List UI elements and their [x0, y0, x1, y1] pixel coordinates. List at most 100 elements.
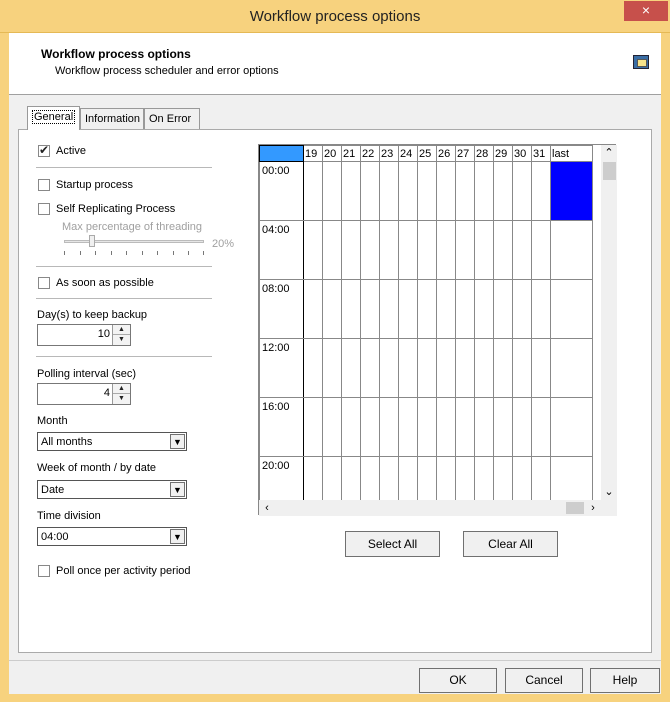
schedule-cell[interactable]: [474, 279, 494, 339]
threading-slider-track[interactable]: [64, 240, 204, 243]
self-replicating-checkbox[interactable]: [38, 203, 50, 215]
active-checkbox[interactable]: [38, 143, 50, 157]
backup-days-spinner[interactable]: 10 ▲ ▼: [37, 324, 131, 346]
schedule-cell[interactable]: [341, 279, 361, 339]
schedule-cell[interactable]: [550, 338, 593, 398]
tab-general[interactable]: General: [27, 106, 80, 130]
schedule-cell[interactable]: [417, 279, 437, 339]
schedule-cell[interactable]: [512, 161, 532, 221]
schedule-cell[interactable]: [379, 338, 399, 398]
schedule-cell[interactable]: [417, 161, 437, 221]
schedule-cell[interactable]: [398, 397, 418, 457]
chevron-down-icon[interactable]: ▼: [170, 482, 185, 497]
vertical-scrollbar[interactable]: ⌃ ⌄: [601, 145, 617, 500]
day-column-header[interactable]: 26: [436, 145, 456, 162]
schedule-cell[interactable]: [322, 397, 342, 457]
schedule-cell[interactable]: [550, 397, 593, 457]
schedule-cell[interactable]: [303, 338, 323, 398]
time-division-select[interactable]: 04:00 ▼: [37, 527, 187, 546]
close-icon[interactable]: ×: [624, 1, 668, 21]
schedule-cell[interactable]: [360, 220, 380, 280]
schedule-cell[interactable]: [379, 220, 399, 280]
scroll-down-icon[interactable]: ⌄: [601, 484, 617, 500]
schedule-cell[interactable]: [455, 220, 475, 280]
spinner-up-icon[interactable]: ▲: [113, 384, 130, 394]
schedule-cell[interactable]: [436, 338, 456, 398]
spinner-down-icon[interactable]: ▼: [113, 394, 130, 404]
schedule-cell[interactable]: [398, 161, 418, 221]
schedule-cell[interactable]: [493, 161, 513, 221]
horizontal-scrollbar[interactable]: ‹ ›: [259, 500, 601, 516]
clear-all-button[interactable]: Clear All: [463, 531, 558, 557]
day-column-header[interactable]: 28: [474, 145, 494, 162]
schedule-cell[interactable]: [455, 397, 475, 457]
schedule-cell[interactable]: [455, 279, 475, 339]
schedule-cell[interactable]: [436, 220, 456, 280]
day-column-header[interactable]: 24: [398, 145, 418, 162]
schedule-cell[interactable]: [379, 279, 399, 339]
schedule-cell[interactable]: [550, 279, 593, 339]
schedule-cell[interactable]: [474, 397, 494, 457]
schedule-cell[interactable]: [493, 338, 513, 398]
schedule-cell[interactable]: [341, 161, 361, 221]
schedule-cell[interactable]: [417, 220, 437, 280]
day-column-header[interactable]: 21: [341, 145, 361, 162]
schedule-cell[interactable]: [474, 161, 494, 221]
tab-information[interactable]: Information: [80, 108, 144, 129]
hour-row-header[interactable]: 08:00: [259, 279, 304, 339]
day-column-header[interactable]: 25: [417, 145, 437, 162]
schedule-cell[interactable]: [341, 220, 361, 280]
schedule-cell[interactable]: [512, 279, 532, 339]
schedule-cell[interactable]: [398, 220, 418, 280]
schedule-cell[interactable]: [493, 220, 513, 280]
day-column-header[interactable]: 19: [303, 145, 323, 162]
scroll-up-icon[interactable]: ⌃: [601, 145, 617, 161]
hour-row-header[interactable]: 12:00: [259, 338, 304, 398]
schedule-cell-selected[interactable]: [550, 161, 593, 221]
schedule-cell[interactable]: [493, 279, 513, 339]
schedule-cell[interactable]: [550, 220, 593, 280]
hour-row-header[interactable]: 04:00: [259, 220, 304, 280]
spinner-arrows[interactable]: ▲ ▼: [112, 325, 130, 345]
schedule-cell[interactable]: [360, 161, 380, 221]
help-button[interactable]: Help: [590, 668, 660, 693]
schedule-cell[interactable]: [417, 338, 437, 398]
schedule-grid[interactable]: 19 20 21 22 23 24 25 26 27 28 29 30 31 last 00:00 04:00…: [258, 144, 617, 516]
ok-button[interactable]: OK: [419, 668, 497, 693]
scroll-thumb[interactable]: [566, 502, 584, 514]
scroll-thumb[interactable]: [603, 162, 616, 180]
schedule-cell[interactable]: [341, 397, 361, 457]
tab-on-error[interactable]: On Error: [144, 108, 200, 129]
week-select[interactable]: Date ▼: [37, 480, 187, 499]
schedule-cell[interactable]: [303, 397, 323, 457]
poll-once-checkbox[interactable]: [38, 565, 50, 577]
spinner-down-icon[interactable]: ▼: [113, 335, 130, 345]
day-column-header[interactable]: 20: [322, 145, 342, 162]
schedule-cell[interactable]: [531, 279, 551, 339]
grid-corner-cell[interactable]: [259, 145, 304, 162]
schedule-cell[interactable]: [455, 161, 475, 221]
schedule-cell[interactable]: [436, 279, 456, 339]
schedule-cell[interactable]: [322, 338, 342, 398]
schedule-cell[interactable]: [531, 397, 551, 457]
startup-process-checkbox[interactable]: [38, 179, 50, 191]
schedule-cell[interactable]: [303, 279, 323, 339]
schedule-cell[interactable]: [379, 397, 399, 457]
spinner-up-icon[interactable]: ▲: [113, 325, 130, 335]
schedule-cell[interactable]: [436, 397, 456, 457]
day-column-header[interactable]: 27: [455, 145, 475, 162]
schedule-cell[interactable]: [512, 220, 532, 280]
day-column-header[interactable]: 31: [531, 145, 551, 162]
schedule-cell[interactable]: [455, 338, 475, 398]
schedule-cell[interactable]: [360, 397, 380, 457]
day-column-header[interactable]: last: [550, 145, 593, 162]
schedule-cell[interactable]: [531, 220, 551, 280]
select-all-button[interactable]: Select All: [345, 531, 440, 557]
hour-row-header[interactable]: 00:00: [259, 161, 304, 221]
schedule-cell[interactable]: [531, 161, 551, 221]
schedule-table[interactable]: 19 20 21 22 23 24 25 26 27 28 29 30 31 last 00:00 04:00…: [259, 145, 593, 516]
schedule-cell[interactable]: [493, 397, 513, 457]
schedule-cell[interactable]: [360, 338, 380, 398]
schedule-cell[interactable]: [417, 397, 437, 457]
spinner-arrows[interactable]: ▲ ▼: [112, 384, 130, 404]
